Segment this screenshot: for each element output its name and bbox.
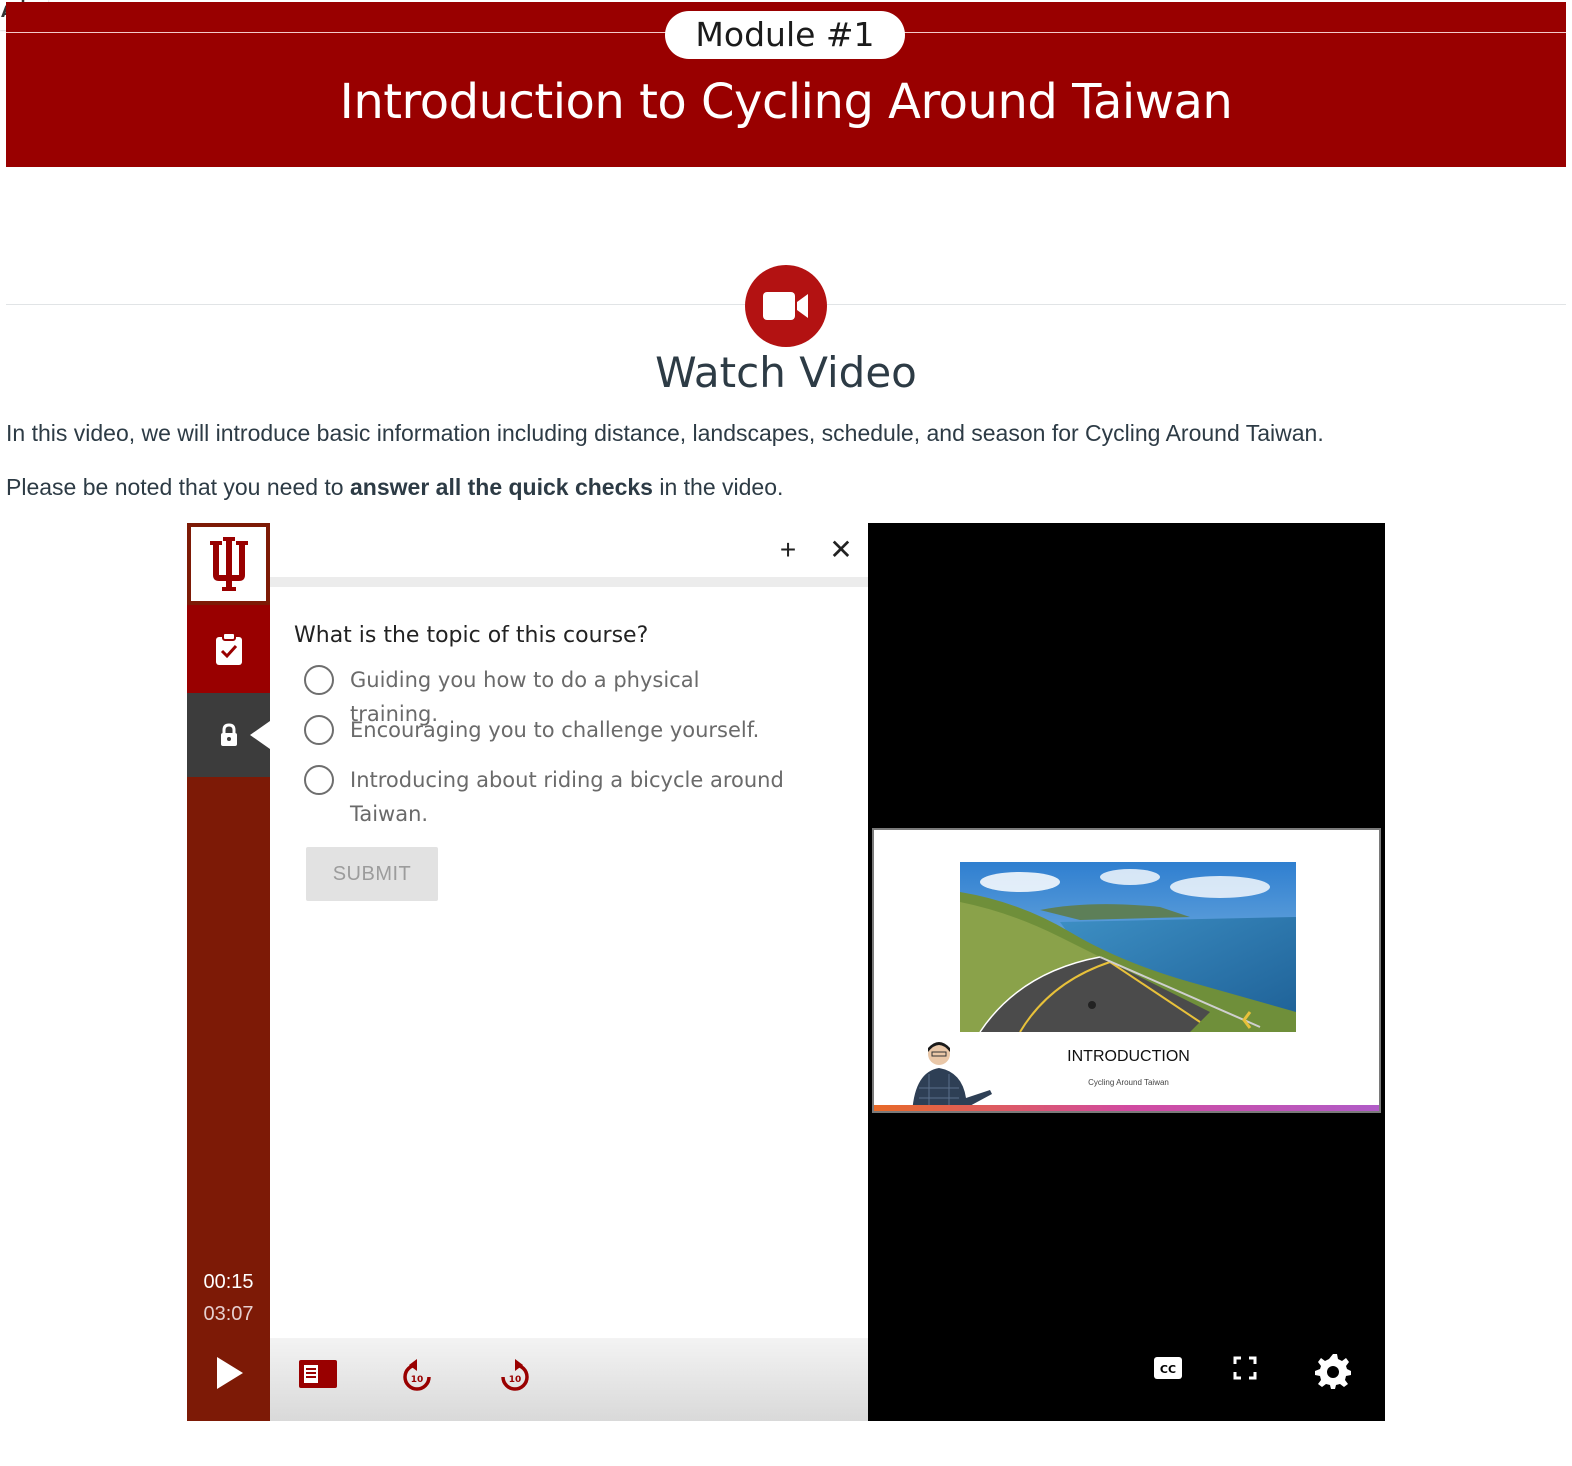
radio-button[interactable] [304, 715, 334, 745]
svg-text:CC: CC [1160, 1363, 1176, 1376]
quiz-header-bar [270, 577, 868, 587]
current-time: 00:15 [203, 1271, 254, 1293]
module-banner: Module #1 Introduction to Cycling Around… [6, 2, 1566, 167]
rewind-10-icon[interactable]: 10 [400, 1358, 434, 1394]
option-label[interactable]: Encouraging you to challenge yourself. [350, 713, 790, 747]
fullscreen-icon[interactable] [1232, 1355, 1258, 1381]
play-icon[interactable] [213, 1355, 245, 1391]
transcript-icon[interactable] [298, 1358, 338, 1390]
section-title: Watch Video [655, 348, 917, 397]
expand-button[interactable]: + [773, 535, 803, 565]
forward-10-icon[interactable]: 10 [498, 1358, 532, 1394]
panel-pointer [250, 721, 270, 749]
quiz-question: What is the topic of this course? [294, 623, 649, 648]
video-camera-icon [745, 265, 827, 347]
quiz-tab[interactable] [187, 605, 270, 693]
page-title: Introduction to Cycling Around Taiwan [339, 74, 1233, 130]
svg-text:10: 10 [509, 1375, 522, 1385]
presenter-image [912, 1042, 992, 1111]
quiz-panel: + ✕ What is the topic of this course? Gu… [270, 523, 868, 1421]
instruction-paragraph: Please be noted that you need to answer … [6, 474, 784, 500]
option-label[interactable]: Introducing about riding a bicycle aroun… [350, 763, 790, 831]
closed-captions-icon[interactable]: CC [1153, 1355, 1183, 1381]
coastal-road-photo [960, 862, 1296, 1032]
submit-button[interactable]: SUBMIT [306, 847, 438, 901]
player-control-bar: 10 10 [270, 1338, 868, 1421]
radio-button[interactable] [304, 765, 334, 795]
iu-trident-icon [191, 527, 266, 601]
video-player: 00:15 03:07 + ✕ What is the topic of thi… [187, 523, 1385, 1421]
lock-icon [220, 723, 237, 746]
player-sidebar: 00:15 03:07 [187, 523, 270, 1421]
instruction-emphasis: answer all the quick checks [350, 474, 653, 500]
quiz-option[interactable]: Introducing about riding a bicycle aroun… [304, 763, 790, 831]
svg-text:10: 10 [411, 1375, 424, 1385]
clipboard-check-icon [215, 632, 242, 665]
module-label: Module #1 [665, 11, 905, 59]
quiz-option[interactable]: Encouraging you to challenge yourself. [304, 713, 790, 747]
close-button[interactable]: ✕ [826, 535, 856, 565]
total-time: 03:07 [203, 1303, 254, 1325]
video-frame: INTRODUCTION Cycling Around Taiwan [872, 828, 1381, 1113]
slide-accent-bar [874, 1105, 1379, 1111]
video-area[interactable]: INTRODUCTION Cycling Around Taiwan CC [868, 523, 1385, 1421]
quiz-header: + ✕ [270, 523, 868, 579]
settings-gear-icon[interactable] [1314, 1352, 1352, 1390]
radio-button[interactable] [304, 665, 334, 695]
intro-paragraph: In this video, we will introduce basic i… [6, 420, 1324, 446]
